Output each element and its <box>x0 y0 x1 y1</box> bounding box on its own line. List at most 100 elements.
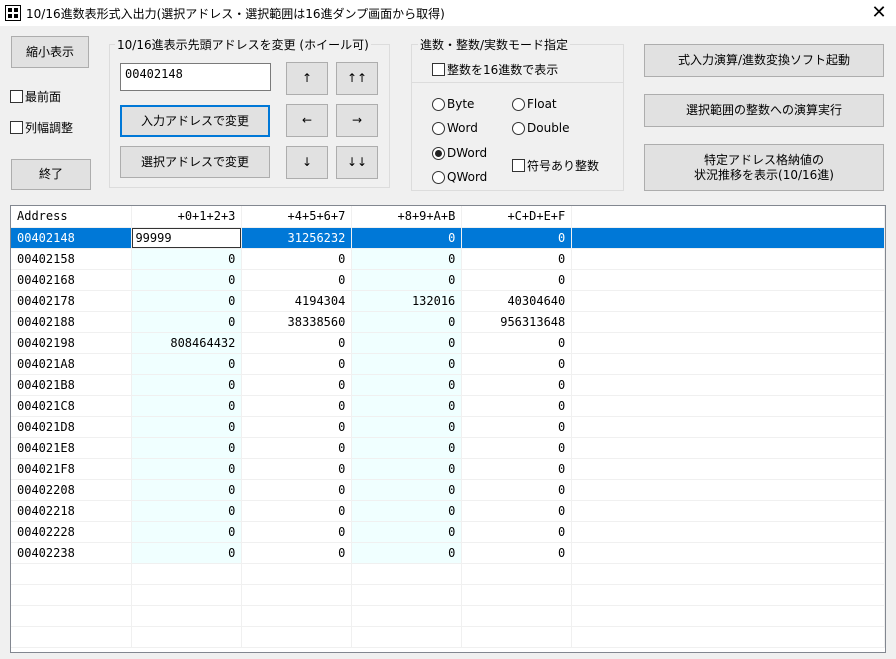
table-row[interactable]: 00402158 0 0 0 0 <box>11 248 885 270</box>
signed-int-checkbox[interactable]: 符号あり整数 <box>512 157 599 174</box>
value-cell[interactable]: 0 <box>131 500 243 522</box>
value-cell[interactable]: 40304640 <box>461 290 573 312</box>
table-row[interactable]: 004021C8 0 0 0 0 <box>11 395 885 417</box>
scroll-up-button[interactable]: ↑ <box>286 62 328 95</box>
address-input[interactable]: 00402148 <box>120 63 271 91</box>
table-row[interactable]: 004021E8 0 0 0 0 <box>11 437 885 459</box>
value-history-button[interactable]: 特定アドレス格納値の 状況推移を表示(10/16進) <box>644 144 884 191</box>
address-cell[interactable]: 00402148 <box>11 227 133 249</box>
apply-selected-address-button[interactable]: 選択アドレスで変更 <box>120 146 270 178</box>
address-cell[interactable]: 00402168 <box>11 269 133 291</box>
address-cell[interactable]: 00402158 <box>11 248 133 270</box>
value-cell[interactable]: 0 <box>351 395 463 417</box>
table-row[interactable]: 00402218 0 0 0 0 <box>11 500 885 522</box>
value-cell[interactable]: 0 <box>241 332 353 354</box>
value-cell[interactable]: 0 <box>241 521 353 543</box>
radio-dword[interactable]: DWord <box>432 146 487 160</box>
value-cell[interactable]: 0 <box>461 353 573 375</box>
value-cell[interactable]: 0 <box>351 458 463 480</box>
table-row[interactable]: 004021B8 0 0 0 0 <box>11 374 885 396</box>
value-cell[interactable]: 0 <box>131 395 243 417</box>
address-cell[interactable]: 00402228 <box>11 521 133 543</box>
address-cell[interactable]: 004021C8 <box>11 395 133 417</box>
scroll-left-button[interactable]: ← <box>286 104 328 137</box>
shrink-view-button[interactable]: 縮小表示 <box>11 36 89 68</box>
page-down-button[interactable]: ↓↓ <box>336 146 378 179</box>
value-cell[interactable]: 0 <box>461 542 573 564</box>
value-cell[interactable]: 0 <box>461 521 573 543</box>
value-cell[interactable]: 0 <box>241 479 353 501</box>
radio-dword-dot[interactable] <box>432 146 445 160</box>
address-cell[interactable]: 004021E8 <box>11 437 133 459</box>
table-row[interactable]: 00402148 99999 31256232 0 0 <box>11 227 885 249</box>
value-cell[interactable]: 0 <box>241 416 353 438</box>
address-cell[interactable]: 00402208 <box>11 479 133 501</box>
radio-float-dot[interactable] <box>512 97 525 111</box>
value-cell[interactable]: 0 <box>241 437 353 459</box>
value-cell[interactable]: 0 <box>241 542 353 564</box>
scroll-down-button[interactable]: ↓ <box>286 146 328 179</box>
value-cell[interactable]: 0 <box>131 416 243 438</box>
address-cell[interactable]: 00402238 <box>11 542 133 564</box>
value-cell[interactable]: 0 <box>351 374 463 396</box>
topmost-checkbox[interactable]: 最前面 <box>10 88 61 105</box>
page-up-button[interactable]: ↑↑ <box>336 62 378 95</box>
column-adjust-checkbox-box[interactable] <box>10 121 23 134</box>
value-cell[interactable]: 132016 <box>351 290 463 312</box>
address-cell[interactable]: 00402178 <box>11 290 133 312</box>
hex-int-checkbox-box[interactable] <box>432 63 445 76</box>
value-cell[interactable]: 0 <box>131 479 243 501</box>
value-cell[interactable]: 99999 <box>131 227 243 249</box>
topmost-checkbox-box[interactable] <box>10 90 23 103</box>
address-cell[interactable]: 00402218 <box>11 500 133 522</box>
table-row[interactable]: 00402238 0 0 0 0 <box>11 542 885 564</box>
radio-qword-dot[interactable] <box>432 170 445 184</box>
column-adjust-checkbox[interactable]: 列幅調整 <box>10 119 73 136</box>
value-cell[interactable]: 0 <box>351 311 463 333</box>
value-cell[interactable]: 0 <box>461 269 573 291</box>
value-cell[interactable]: 0 <box>461 479 573 501</box>
value-cell[interactable]: 0 <box>241 248 353 270</box>
value-cell[interactable]: 4194304 <box>241 290 353 312</box>
value-cell[interactable]: 0 <box>131 311 243 333</box>
radio-byte-dot[interactable] <box>432 97 445 111</box>
radio-word[interactable]: Word <box>432 121 478 135</box>
close-icon[interactable]: ✕ <box>862 2 896 24</box>
apply-input-address-button[interactable]: 入力アドレスで変更 <box>120 105 270 137</box>
table-row[interactable]: 00402168 0 0 0 0 <box>11 269 885 291</box>
table-row[interactable]: 004021D8 0 0 0 0 <box>11 416 885 438</box>
radio-word-dot[interactable] <box>432 121 445 135</box>
table-row[interactable]: 00402208 0 0 0 0 <box>11 479 885 501</box>
value-cell[interactable]: 0 <box>131 542 243 564</box>
table-row[interactable]: 00402188 0 38338560 0 956313648 <box>11 311 885 333</box>
value-cell[interactable]: 0 <box>241 353 353 375</box>
value-cell[interactable]: 0 <box>131 269 243 291</box>
value-cell[interactable]: 956313648 <box>461 311 573 333</box>
hex-int-checkbox[interactable]: 整数を16進数で表示 <box>432 61 558 78</box>
value-cell[interactable]: 0 <box>461 458 573 480</box>
value-cell[interactable]: 0 <box>351 521 463 543</box>
table-row[interactable]: 004021A8 0 0 0 0 <box>11 353 885 375</box>
value-cell[interactable]: 0 <box>131 374 243 396</box>
value-cell[interactable]: 0 <box>351 353 463 375</box>
value-cell[interactable]: 0 <box>461 395 573 417</box>
value-cell[interactable]: 0 <box>461 332 573 354</box>
value-cell[interactable]: 0 <box>131 290 243 312</box>
value-cell[interactable]: 0 <box>351 500 463 522</box>
value-cell[interactable]: 0 <box>351 269 463 291</box>
value-cell[interactable]: 0 <box>131 521 243 543</box>
value-cell[interactable]: 0 <box>241 269 353 291</box>
value-cell[interactable]: 38338560 <box>241 311 353 333</box>
value-cell[interactable]: 0 <box>461 248 573 270</box>
data-grid[interactable]: Address +0+1+2+3 +4+5+6+7 +8+9+A+B +C+D+E+F 0… <box>10 205 886 653</box>
value-cell[interactable]: 0 <box>351 248 463 270</box>
value-cell[interactable]: 0 <box>461 416 573 438</box>
address-cell[interactable]: 004021A8 <box>11 353 133 375</box>
address-cell[interactable]: 00402188 <box>11 311 133 333</box>
signed-int-checkbox-box[interactable] <box>512 159 525 172</box>
value-cell[interactable]: 0 <box>351 332 463 354</box>
value-cell[interactable]: 0 <box>241 500 353 522</box>
table-row[interactable]: 00402178 0 4194304 132016 40304640 <box>11 290 885 312</box>
address-cell[interactable]: 004021B8 <box>11 374 133 396</box>
value-cell[interactable]: 0 <box>351 542 463 564</box>
